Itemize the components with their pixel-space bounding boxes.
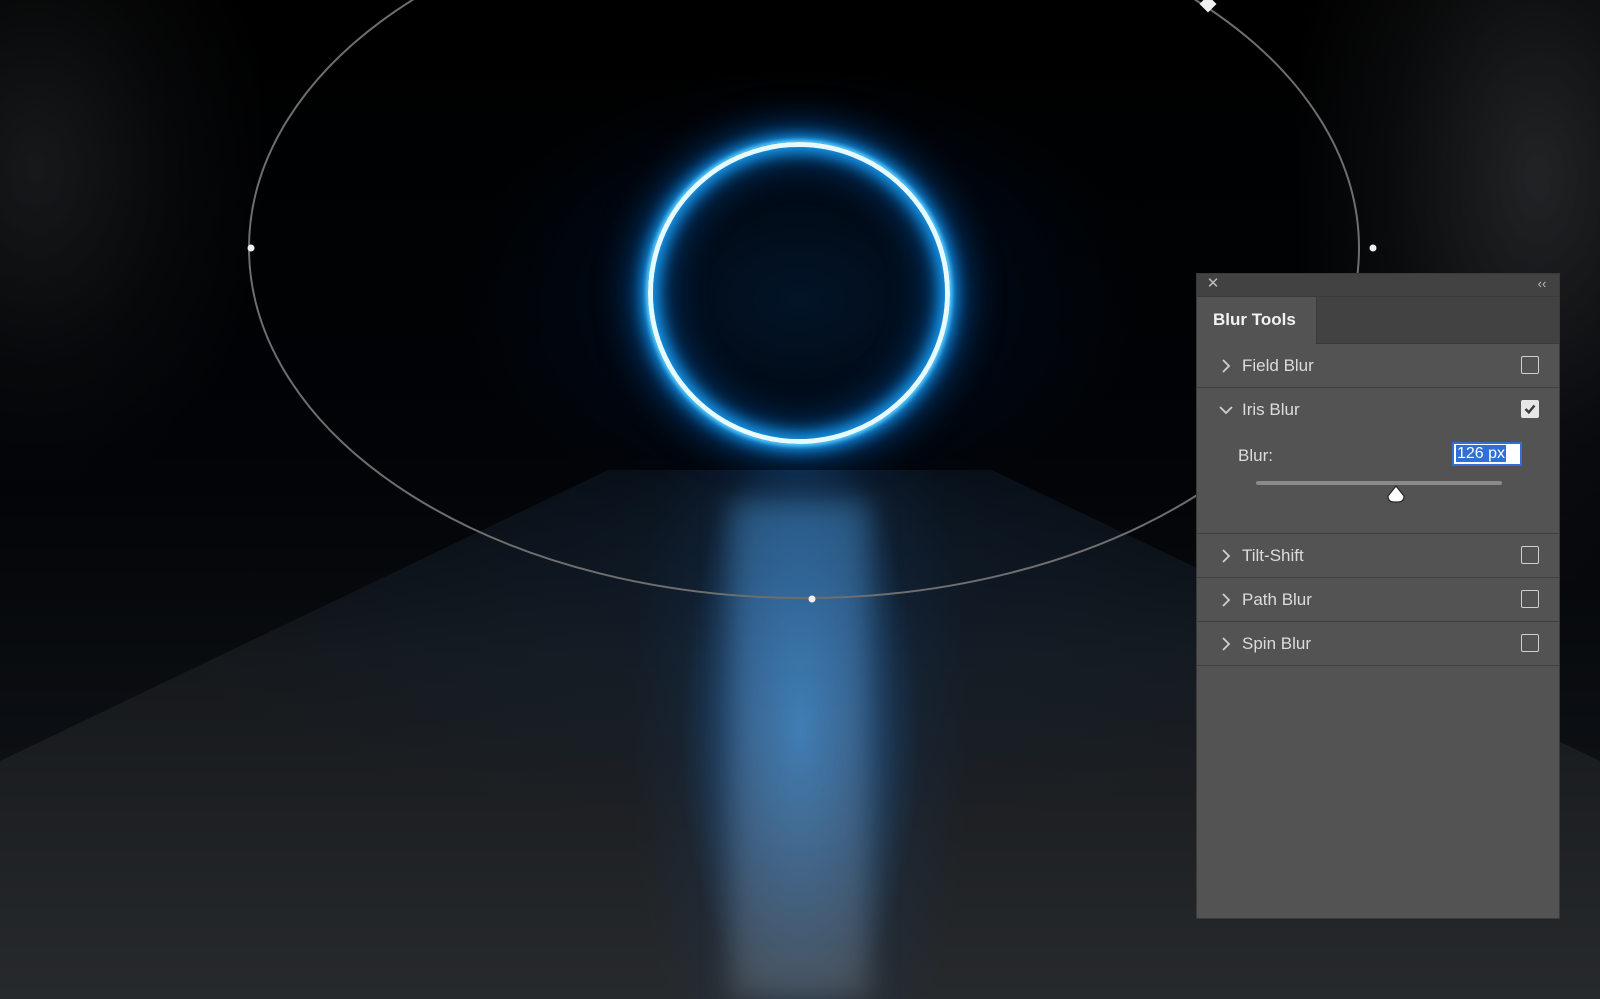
checkbox-iris-blur[interactable] [1521,400,1539,418]
iris-blur-settings: Blur: 126 px [1197,432,1559,534]
section-path-blur[interactable]: Path Blur [1197,578,1559,622]
chevron-right-icon[interactable] [1217,357,1235,375]
blur-amount-value: 126 px [1456,445,1507,462]
blur-label: Blur: [1238,446,1273,465]
checkbox-path-blur[interactable] [1521,590,1539,608]
iris-handle-bottom[interactable] [808,595,816,603]
blur-amount-input[interactable]: 126 px [1452,442,1522,466]
section-label-iris-blur: Iris Blur [1242,400,1300,419]
chevron-right-icon[interactable] [1217,635,1235,653]
section-label-field-blur: Field Blur [1242,356,1314,375]
iris-handle-right[interactable] [1369,244,1377,252]
chevron-right-icon[interactable] [1217,591,1235,609]
section-tilt-shift[interactable]: Tilt-Shift [1197,534,1559,578]
tab-bar: Blur Tools [1197,297,1559,344]
close-icon[interactable]: ✕ [1205,276,1221,292]
iris-handle-left[interactable] [247,244,255,252]
blur-slider[interactable] [1256,481,1502,503]
panel-header: ✕ ‹‹ [1197,274,1559,297]
chevron-down-icon[interactable] [1217,401,1235,419]
blur-tools-panel: ✕ ‹‹ Blur Tools Field Blur Iris Blur Blu… [1196,273,1560,919]
section-label-tilt-shift: Tilt-Shift [1242,546,1304,565]
chevron-right-icon[interactable] [1217,547,1235,565]
checkbox-spin-blur[interactable] [1521,634,1539,652]
checkbox-field-blur[interactable] [1521,356,1539,374]
section-spin-blur[interactable]: Spin Blur [1197,622,1559,666]
iris-ellipse[interactable] [248,0,1360,599]
slider-thumb-icon[interactable] [1386,485,1406,503]
iris-roundness-handle[interactable] [1199,0,1217,13]
checkmark-icon [1524,404,1536,415]
checkbox-tilt-shift[interactable] [1521,546,1539,564]
section-label-path-blur: Path Blur [1242,590,1312,609]
collapse-double-chevron-icon[interactable]: ‹‹ [1533,275,1551,293]
section-iris-blur[interactable]: Iris Blur [1197,388,1559,432]
section-field-blur[interactable]: Field Blur [1197,344,1559,388]
tab-blur-tools[interactable]: Blur Tools [1197,297,1317,344]
section-label-spin-blur: Spin Blur [1242,634,1311,653]
image-canvas[interactable]: ✕ ‹‹ Blur Tools Field Blur Iris Blur Blu… [0,0,1600,999]
